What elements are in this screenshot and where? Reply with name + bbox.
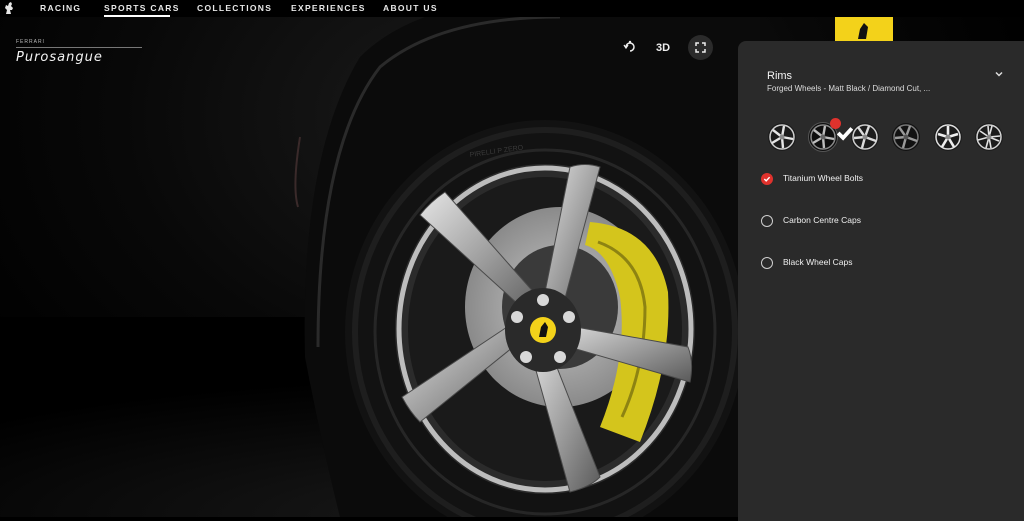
chevron-down-icon[interactable]	[994, 69, 1004, 79]
nav-experiences[interactable]: EXPERIENCES	[291, 3, 366, 13]
wheel-thumbnail-icon	[851, 123, 879, 151]
fullscreen-button[interactable]	[688, 35, 713, 60]
rotate-icon[interactable]	[623, 40, 637, 54]
brand-small-text: FERRARI	[16, 39, 45, 45]
brand-divider	[16, 47, 142, 48]
rims-section-title[interactable]: Rims	[767, 70, 792, 82]
prancing-horse-logo-icon[interactable]	[3, 1, 15, 15]
wheel-option-2-selected[interactable]	[808, 118, 854, 152]
wheel-thumbnail-icon	[934, 123, 962, 151]
checkbox-unchecked-icon[interactable]	[761, 257, 773, 269]
option-label: Carbon Centre Caps	[783, 215, 861, 225]
top-navigation: RACING SPORTS CARS COLLECTIONS EXPERIENC…	[0, 0, 1024, 17]
rims-selection-text: Forged Wheels - Matt Black / Diamond Cut…	[767, 84, 931, 93]
wheel-option-4[interactable]	[891, 122, 921, 152]
wheel-option-1[interactable]	[767, 122, 797, 152]
model-brand: FERRARI Purosangue	[16, 39, 142, 65]
checkbox-unchecked-icon[interactable]	[761, 215, 773, 227]
nav-about-us[interactable]: ABOUT US	[383, 3, 438, 13]
3d-view-toggle[interactable]: 3D	[656, 42, 670, 54]
nav-racing[interactable]: RACING	[40, 3, 81, 13]
wheel-thumbnail-icon	[768, 123, 796, 151]
configuration-panel: Rims Forged Wheels - Matt Black / Diamon…	[738, 41, 1024, 521]
option-label: Black Wheel Caps	[783, 257, 853, 267]
wheel-thumbnail-icon	[892, 123, 920, 151]
wheel-thumbnail-icon	[975, 123, 1003, 151]
model-name: Purosangue	[16, 50, 103, 65]
wheel-option-5[interactable]	[933, 122, 963, 152]
checkbox-checked-icon[interactable]	[761, 173, 773, 185]
nav-sports-cars[interactable]: SPORTS CARS	[104, 3, 180, 13]
wheel-option-6[interactable]	[974, 122, 1004, 152]
fullscreen-icon	[695, 42, 706, 53]
selected-check-icon	[830, 118, 854, 141]
nav-active-underline	[104, 15, 170, 17]
nav-collections[interactable]: COLLECTIONS	[197, 3, 272, 13]
wheel-option-3[interactable]	[850, 122, 880, 152]
option-label: Titanium Wheel Bolts	[783, 173, 863, 183]
